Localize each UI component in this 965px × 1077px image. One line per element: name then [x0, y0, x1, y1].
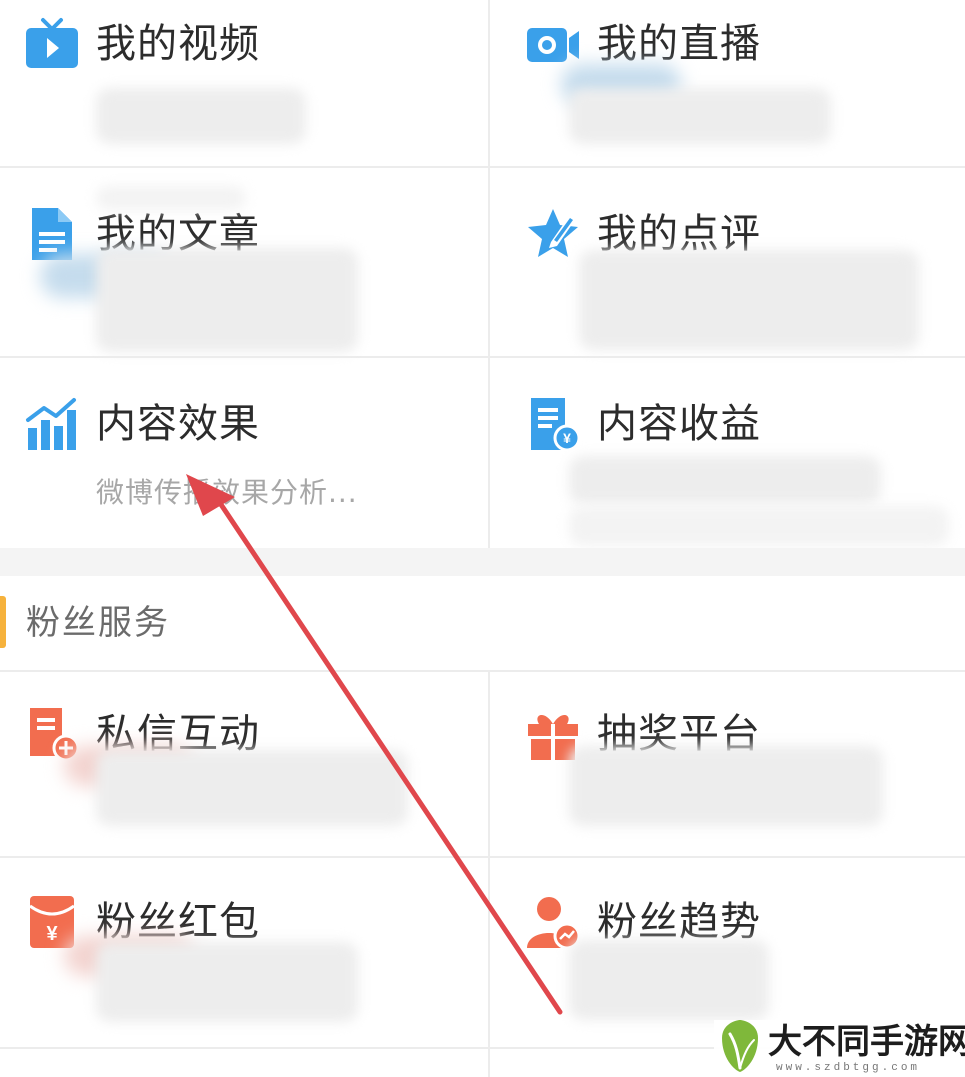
content-effect-item[interactable]: 内容效果 微博传播效果分析... [0, 356, 482, 548]
section-gap [0, 548, 965, 576]
item-title: 我的视频 [96, 21, 260, 67]
item-title: 内容效果 [96, 401, 260, 447]
blurred-subtitle [569, 940, 769, 1020]
section-title: 粉丝服务 [26, 603, 170, 643]
camera-icon [525, 16, 581, 72]
leaf-logo-icon [716, 1018, 764, 1074]
blurred-subtitle [96, 750, 408, 826]
svg-text:¥: ¥ [563, 430, 571, 446]
content-income-item[interactable]: ¥ 内容收益 [491, 356, 965, 548]
fan-services-grid: 私信互动 抽奖平台 ¥ 粉丝红包 粉丝趋势 [0, 670, 965, 1077]
my-video-item[interactable]: 我的视频 [0, 0, 482, 166]
fan-red-envelope-item[interactable]: ¥ 粉丝红包 [0, 856, 482, 1047]
svg-text:¥: ¥ [46, 923, 58, 945]
blurred-subtitle [569, 506, 949, 546]
item-title: 粉丝趋势 [597, 899, 761, 945]
my-reviews-item[interactable]: 我的点评 [491, 166, 965, 356]
blurred-subtitle [579, 250, 919, 350]
watermark-text: 大不同手游网 [768, 1022, 965, 1062]
my-articles-item[interactable]: 我的文章 [0, 166, 482, 356]
blurred-subtitle [569, 746, 883, 826]
star-pen-icon [525, 206, 581, 262]
private-message-item[interactable]: 私信互动 [0, 670, 482, 856]
watermark-url: www.szdbtgg.com [776, 1062, 921, 1074]
blurred-decoration [96, 186, 246, 210]
blurred-subtitle [569, 88, 831, 144]
column-divider [488, 0, 490, 548]
income-document-icon: ¥ [525, 396, 581, 452]
section-accent-bar [0, 596, 6, 648]
my-live-item[interactable]: 我的直播 [491, 0, 965, 166]
item-subtitle: 微博传播效果分析... [96, 476, 358, 509]
column-divider [488, 670, 490, 1077]
lottery-platform-item[interactable]: 抽奖平台 [491, 670, 965, 856]
blurred-subtitle [96, 248, 358, 352]
blurred-subtitle [96, 942, 358, 1022]
bar-chart-icon [24, 396, 80, 452]
item-title: 内容收益 [597, 401, 761, 447]
tv-icon [24, 16, 80, 72]
blurred-subtitle [96, 88, 306, 144]
user-trend-icon [525, 894, 581, 950]
blurred-subtitle [569, 456, 881, 504]
item-title: 我的直播 [597, 21, 761, 67]
creator-services-grid: 我的视频 我的直播 我的文章 我的点评 内容效果 微博传播效果分析... ¥ 内… [0, 0, 965, 548]
